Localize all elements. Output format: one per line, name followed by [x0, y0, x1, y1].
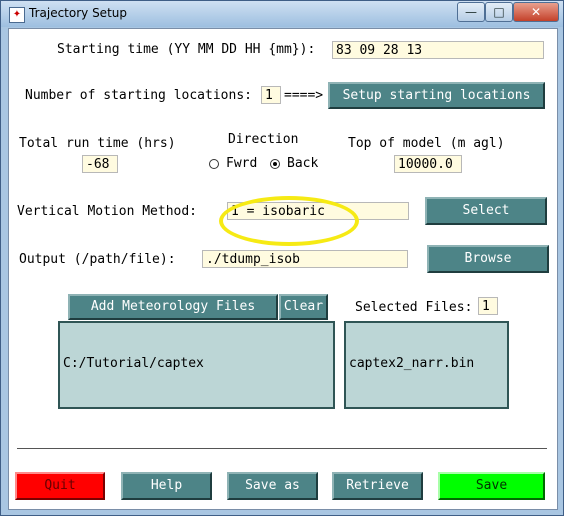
directory-listbox[interactable]: C:/Tutorial/captex — [58, 321, 335, 409]
selected-files-listbox[interactable]: captex2_narr.bin — [344, 321, 509, 409]
minimize-button[interactable]: — — [457, 2, 485, 22]
top-of-model-label: Top of model (m agl) — [348, 136, 505, 151]
arrow-indicator: ====> — [284, 88, 324, 103]
list-item[interactable]: captex2_narr.bin — [349, 356, 504, 371]
select-button[interactable]: Select — [425, 197, 547, 225]
starting-time-label: Starting time (YY MM DD HH {mm}): — [57, 42, 316, 57]
vertical-motion-label: Vertical Motion Method: — [17, 204, 198, 219]
highlight-ellipse — [219, 196, 359, 246]
selected-files-label: Selected Files: — [355, 300, 473, 315]
fwrd-radio[interactable] — [209, 159, 219, 169]
top-of-model-field[interactable]: 10000.0 — [394, 155, 462, 173]
help-button[interactable]: Help — [121, 472, 212, 500]
title-bar[interactable]: ✦ Trajectory Setup — □ ✕ — [1, 1, 563, 27]
back-radio[interactable] — [270, 159, 280, 169]
starting-time-field[interactable]: 83 09 28 13 — [332, 41, 544, 59]
app-icon: ✦ — [9, 7, 25, 23]
output-field[interactable]: ./tdump_isob — [202, 250, 408, 268]
add-meteorology-files-button[interactable]: Add Meteorology Files — [68, 294, 278, 320]
run-time-label: Total run time (hrs) — [19, 136, 176, 151]
save-as-button[interactable]: Save as — [227, 472, 318, 500]
setup-starting-locations-button[interactable]: Setup starting locations — [328, 82, 545, 109]
close-button[interactable]: ✕ — [513, 2, 559, 22]
fwrd-label: Fwrd — [226, 156, 258, 171]
clear-button[interactable]: Clear — [279, 294, 328, 320]
back-label: Back — [287, 156, 319, 171]
run-time-field[interactable]: -68 — [82, 155, 118, 173]
list-item[interactable]: C:/Tutorial/captex — [63, 356, 330, 371]
divider — [17, 448, 547, 449]
starting-locations-field[interactable]: 1 — [261, 86, 281, 104]
window-title: Trajectory Setup — [29, 6, 127, 20]
output-label: Output (/path/file): — [19, 252, 176, 267]
direction-label: Direction — [228, 132, 299, 147]
save-button[interactable]: Save — [438, 472, 545, 500]
maximize-button[interactable]: □ — [485, 2, 513, 22]
form-area: Starting time (YY MM DD HH {mm}): 83 09 … — [8, 28, 558, 510]
selected-files-count: 1 — [478, 297, 498, 315]
retrieve-button[interactable]: Retrieve — [332, 472, 423, 500]
quit-button[interactable]: Quit — [15, 472, 105, 500]
starting-locations-label: Number of starting locations: — [25, 88, 252, 103]
browse-button[interactable]: Browse — [427, 245, 549, 273]
trajectory-setup-window: ✦ Trajectory Setup — □ ✕ Starting time (… — [0, 0, 564, 516]
